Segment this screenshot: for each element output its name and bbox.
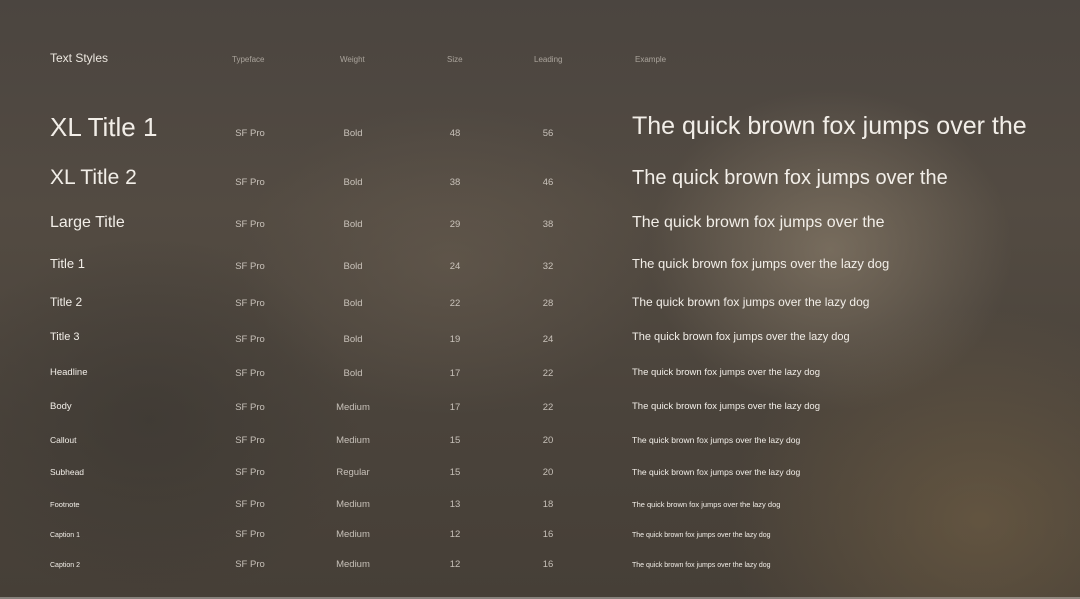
example-text: The quick brown fox jumps over the lazy … <box>632 532 771 539</box>
weight-value: Bold <box>343 177 363 188</box>
leading-value: 56 <box>542 128 554 139</box>
leading-value: 32 <box>542 261 554 272</box>
typeface-value: SF Pro <box>235 529 265 540</box>
typeface-value: SF Pro <box>235 402 265 413</box>
size-value: 12 <box>449 529 461 540</box>
leading-value: 28 <box>542 298 554 309</box>
example-text: The quick brown fox jumps over the lazy … <box>632 367 820 378</box>
weight-value: Bold <box>343 128 363 139</box>
style-name: XL Title 2 <box>50 166 137 189</box>
column-header-leading: Leading <box>534 55 563 64</box>
weight-value: Bold <box>343 298 363 309</box>
column-header-example: Example <box>635 55 667 64</box>
weight-value: Bold <box>343 219 363 230</box>
style-name: Footnote <box>50 500 80 509</box>
example-text: The quick brown fox jumps over the lazy … <box>632 401 820 412</box>
style-name: Large Title <box>50 214 125 231</box>
size-value: 24 <box>449 261 461 272</box>
style-name: Title 1 <box>50 256 85 271</box>
example-text: The quick brown fox jumps over the <box>632 112 1027 140</box>
weight-value: Medium <box>336 529 370 540</box>
size-value: 48 <box>449 128 461 139</box>
typeface-value: SF Pro <box>235 499 265 510</box>
leading-value: 46 <box>542 177 554 188</box>
weight-value: Bold <box>343 261 363 272</box>
leading-value: 22 <box>542 368 554 379</box>
size-value: 17 <box>449 368 461 379</box>
typeface-value: SF Pro <box>235 219 265 230</box>
typeface-value: SF Pro <box>235 261 265 272</box>
example-text: The quick brown fox jumps over the <box>632 214 885 231</box>
column-header-weight: Weight <box>340 55 365 64</box>
weight-value: Bold <box>343 368 363 379</box>
style-name: Title 2 <box>50 295 83 309</box>
weight-value: Medium <box>336 402 370 413</box>
size-value: 17 <box>449 402 461 413</box>
typeface-value: SF Pro <box>235 368 265 379</box>
weight-value: Medium <box>336 559 370 570</box>
example-text: The quick brown fox jumps over the lazy … <box>632 500 781 509</box>
typeface-value: SF Pro <box>235 128 265 139</box>
style-name: Body <box>50 401 72 412</box>
leading-value: 22 <box>542 402 554 413</box>
weight-value: Bold <box>343 334 363 345</box>
weight-value: Medium <box>336 499 370 510</box>
size-value: 38 <box>449 177 461 188</box>
example-text: The quick brown fox jumps over the lazy … <box>632 435 801 445</box>
size-value: 12 <box>449 559 461 570</box>
size-value: 15 <box>449 467 461 478</box>
example-text: The quick brown fox jumps over the lazy … <box>632 256 890 271</box>
leading-value: 16 <box>542 559 554 570</box>
style-name: Callout <box>50 435 77 445</box>
example-text: The quick brown fox jumps over the lazy … <box>632 467 801 477</box>
page-title: Text Styles <box>50 51 109 65</box>
style-name: Caption 1 <box>50 532 80 539</box>
typeface-value: SF Pro <box>235 177 265 188</box>
style-name: Headline <box>50 367 88 378</box>
style-name: Caption 2 <box>50 562 80 569</box>
column-header-size: Size <box>447 55 463 64</box>
leading-value: 18 <box>542 499 554 510</box>
example-text: The quick brown fox jumps over the lazy … <box>632 562 771 569</box>
size-value: 19 <box>449 334 461 345</box>
example-text: The quick brown fox jumps over the lazy … <box>632 295 870 309</box>
leading-value: 20 <box>542 435 554 446</box>
weight-value: Medium <box>336 435 370 446</box>
typeface-value: SF Pro <box>235 298 265 309</box>
style-name: Title 3 <box>50 331 80 343</box>
style-name: Subhead <box>50 467 85 477</box>
size-value: 13 <box>449 499 461 510</box>
typeface-value: SF Pro <box>235 435 265 446</box>
column-header-typeface: Typeface <box>232 55 265 64</box>
size-value: 15 <box>449 435 461 446</box>
typeface-value: SF Pro <box>235 559 265 570</box>
leading-value: 38 <box>542 219 554 230</box>
example-text: The quick brown fox jumps over the lazy … <box>632 331 850 343</box>
example-text: The quick brown fox jumps over the <box>632 167 948 189</box>
style-name: XL Title 1 <box>50 112 158 142</box>
leading-value: 24 <box>542 334 554 345</box>
size-value: 22 <box>449 298 461 309</box>
weight-value: Regular <box>336 467 370 478</box>
leading-value: 20 <box>542 467 554 478</box>
typeface-value: SF Pro <box>235 334 265 345</box>
size-value: 29 <box>449 219 461 230</box>
text-styles-sheet: Text Styles Typeface Weight Size Leading… <box>0 0 1080 599</box>
leading-value: 16 <box>542 529 554 540</box>
typeface-value: SF Pro <box>235 467 265 478</box>
